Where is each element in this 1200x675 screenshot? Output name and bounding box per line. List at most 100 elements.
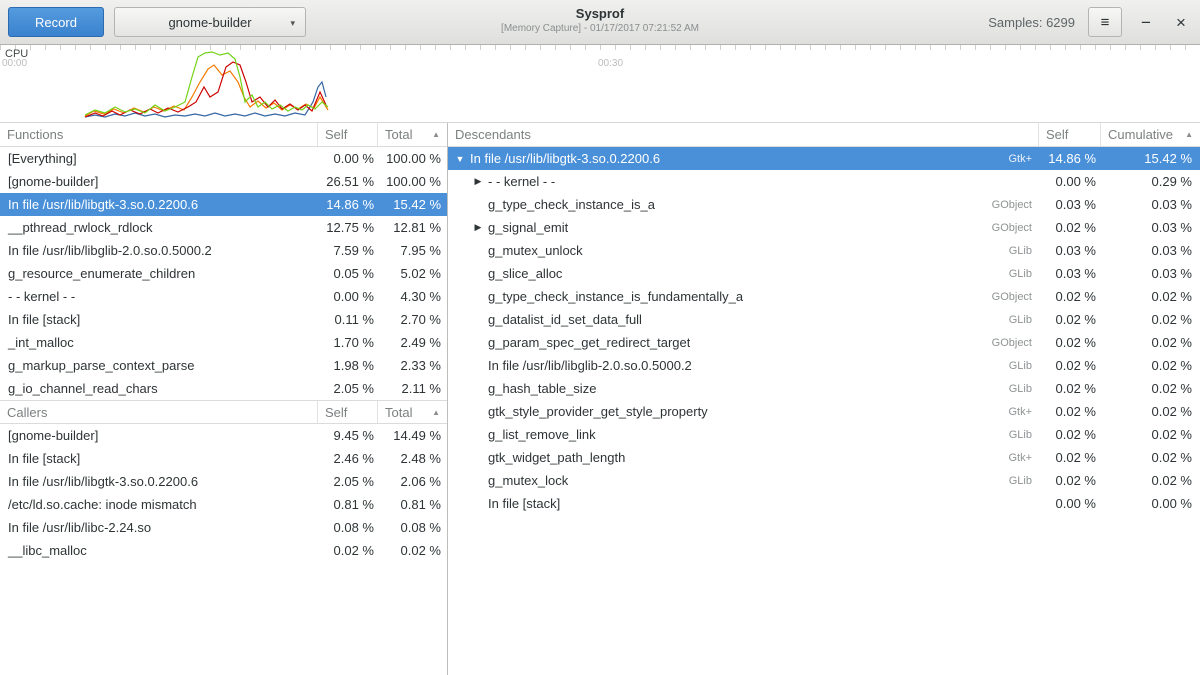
table-row[interactable]: In file /usr/lib/libglib-2.0.so.0.5000.2… xyxy=(448,354,1200,377)
function-name-cell: [Everything] xyxy=(0,151,317,166)
total-percent-cell: 4.30 % xyxy=(377,289,447,304)
close-button[interactable]: × xyxy=(1170,0,1192,45)
library-tag: GLib xyxy=(1009,475,1038,487)
table-row[interactable]: - - kernel - -0.00 %4.30 % xyxy=(0,285,447,308)
table-row[interactable]: __pthread_rwlock_rdlock12.75 %12.81 % xyxy=(0,216,447,239)
self-percent-cell: 0.02 % xyxy=(1038,335,1100,350)
callers-list: [gnome-builder]9.45 %14.49 %In file [sta… xyxy=(0,424,447,562)
table-row[interactable]: _int_malloc1.70 %2.49 % xyxy=(0,331,447,354)
header-bar: Record gnome-builder ▾ Sysprof [Memory C… xyxy=(0,0,1200,45)
self-percent-cell: 0.02 % xyxy=(1038,358,1100,373)
sort-ascending-icon: ▲ xyxy=(432,408,440,417)
function-name-cell: g_resource_enumerate_children xyxy=(0,266,317,281)
self-percent-cell: 2.46 % xyxy=(317,451,377,466)
main-content: Functions Self Total ▲ [Everything]0.00 … xyxy=(0,123,1200,675)
library-tag: Gtk+ xyxy=(1008,452,1038,464)
library-tag: GLib xyxy=(1009,429,1038,441)
table-row[interactable]: g_hash_table_sizeGLib0.02 %0.02 % xyxy=(448,377,1200,400)
total-percent-cell: 100.00 % xyxy=(377,174,447,189)
functions-column-header[interactable]: Functions xyxy=(0,123,317,146)
table-row[interactable]: g_datalist_id_set_data_fullGLib0.02 %0.0… xyxy=(448,308,1200,331)
total-percent-cell: 12.81 % xyxy=(377,220,447,235)
table-row[interactable]: g_param_spec_get_redirect_targetGObject0… xyxy=(448,331,1200,354)
table-row[interactable]: In file [stack]0.11 %2.70 % xyxy=(0,308,447,331)
cpu-red-line xyxy=(85,62,326,117)
descendants-self-column-header[interactable]: Self xyxy=(1038,123,1100,146)
table-row[interactable]: g_slice_allocGLib0.03 %0.03 % xyxy=(448,262,1200,285)
callers-total-column-label: Total xyxy=(385,405,412,420)
sysprof-window: Record gnome-builder ▾ Sysprof [Memory C… xyxy=(0,0,1200,675)
table-row[interactable]: g_type_check_instance_is_fundamentally_a… xyxy=(448,285,1200,308)
self-percent-cell: 0.02 % xyxy=(1038,404,1100,419)
functions-table-header: Functions Self Total ▲ xyxy=(0,123,447,147)
table-row[interactable]: ▶- - kernel - -0.00 %0.29 % xyxy=(448,170,1200,193)
library-tag: GObject xyxy=(992,199,1038,211)
cumulative-percent-cell: 0.03 % xyxy=(1100,243,1200,258)
process-selector-dropdown[interactable]: gnome-builder ▾ xyxy=(114,7,306,37)
table-row[interactable]: g_mutex_unlockGLib0.03 %0.03 % xyxy=(448,239,1200,262)
table-row[interactable]: [Everything]0.00 %100.00 % xyxy=(0,147,447,170)
cumulative-percent-cell: 0.02 % xyxy=(1100,312,1200,327)
function-name-cell: In file /usr/lib/libglib-2.0.so.0.5000.2 xyxy=(0,243,317,258)
table-row[interactable]: In file [stack]2.46 %2.48 % xyxy=(0,447,447,470)
functions-total-column-label: Total xyxy=(385,127,412,142)
function-name-cell: gtk_style_provider_get_style_property xyxy=(486,404,708,419)
cpu-timeline[interactable]: CPU 00:00 00:30 xyxy=(0,45,1200,123)
table-row[interactable]: g_io_channel_read_chars2.05 %2.11 % xyxy=(0,377,447,400)
function-name-cell: In file [stack] xyxy=(486,496,560,511)
table-row[interactable]: gtk_style_provider_get_style_propertyGtk… xyxy=(448,400,1200,423)
table-row[interactable]: [gnome-builder]9.45 %14.49 % xyxy=(0,424,447,447)
table-row[interactable]: g_type_check_instance_is_aGObject0.03 %0… xyxy=(448,193,1200,216)
self-percent-cell: 1.98 % xyxy=(317,358,377,373)
callers-self-column-header[interactable]: Self xyxy=(317,401,377,423)
function-name-cell: g_mutex_lock xyxy=(486,473,568,488)
self-percent-cell: 2.05 % xyxy=(317,474,377,489)
self-percent-cell: 0.03 % xyxy=(1038,266,1100,281)
table-row[interactable]: In file /usr/lib/libgtk-3.so.0.2200.614.… xyxy=(0,193,447,216)
function-name-cell: g_param_spec_get_redirect_target xyxy=(486,335,690,350)
table-row[interactable]: __libc_malloc0.02 %0.02 % xyxy=(0,539,447,562)
table-row[interactable]: In file /usr/lib/libc-2.24.so0.08 %0.08 … xyxy=(0,516,447,539)
descendants-cumulative-column-header[interactable]: Cumulative ▲ xyxy=(1100,123,1200,146)
total-percent-cell: 100.00 % xyxy=(377,151,447,166)
table-row[interactable]: In file /usr/lib/libgtk-3.so.0.2200.62.0… xyxy=(0,470,447,493)
callers-column-header[interactable]: Callers xyxy=(0,401,317,423)
expander-collapsed-icon[interactable]: ▶ xyxy=(470,176,486,187)
table-row[interactable]: In file [stack]0.00 %0.00 % xyxy=(448,492,1200,515)
self-percent-cell: 2.05 % xyxy=(317,381,377,396)
function-name-cell: /etc/ld.so.cache: inode mismatch xyxy=(0,497,317,512)
table-row[interactable]: [gnome-builder]26.51 %100.00 % xyxy=(0,170,447,193)
functions-total-column-header[interactable]: Total ▲ xyxy=(377,123,447,146)
function-name-cell: g_signal_emit xyxy=(486,220,568,235)
descendants-column-header[interactable]: Descendants xyxy=(448,123,1038,146)
record-button[interactable]: Record xyxy=(8,7,104,37)
table-row[interactable]: g_list_remove_linkGLib0.02 %0.02 % xyxy=(448,423,1200,446)
table-row[interactable]: /etc/ld.so.cache: inode mismatch0.81 %0.… xyxy=(0,493,447,516)
function-name-cell: g_datalist_id_set_data_full xyxy=(486,312,642,327)
table-row[interactable]: ▼In file /usr/lib/libgtk-3.so.0.2200.6Gt… xyxy=(448,147,1200,170)
minimize-button[interactable]: − xyxy=(1135,0,1157,45)
function-name-cell: g_type_check_instance_is_fundamentally_a xyxy=(486,289,743,304)
function-name-cell: In file [stack] xyxy=(0,451,317,466)
library-tag: GLib xyxy=(1009,360,1038,372)
table-row[interactable]: g_markup_parse_context_parse1.98 %2.33 % xyxy=(0,354,447,377)
total-percent-cell: 2.48 % xyxy=(377,451,447,466)
expander-collapsed-icon[interactable]: ▶ xyxy=(470,222,486,233)
function-name-cell: [gnome-builder] xyxy=(0,428,317,443)
functions-self-column-header[interactable]: Self xyxy=(317,123,377,146)
table-row[interactable]: g_mutex_lockGLib0.02 %0.02 % xyxy=(448,469,1200,492)
cumulative-percent-cell: 0.02 % xyxy=(1100,473,1200,488)
callers-total-column-header[interactable]: Total ▲ xyxy=(377,401,447,423)
self-percent-cell: 0.03 % xyxy=(1038,197,1100,212)
expander-expanded-icon[interactable]: ▼ xyxy=(452,154,468,164)
menu-button[interactable]: ≡ xyxy=(1088,7,1122,37)
total-percent-cell: 0.02 % xyxy=(377,543,447,558)
table-row[interactable]: g_resource_enumerate_children0.05 %5.02 … xyxy=(0,262,447,285)
cumulative-percent-cell: 0.02 % xyxy=(1100,335,1200,350)
function-name-cell: g_type_check_instance_is_a xyxy=(486,197,655,212)
table-row[interactable]: gtk_widget_path_lengthGtk+0.02 %0.02 % xyxy=(448,446,1200,469)
table-row[interactable]: In file /usr/lib/libglib-2.0.so.0.5000.2… xyxy=(0,239,447,262)
cumulative-percent-cell: 15.42 % xyxy=(1100,151,1200,166)
table-row[interactable]: ▶g_signal_emitGObject0.02 %0.03 % xyxy=(448,216,1200,239)
library-tag: GObject xyxy=(992,337,1038,349)
